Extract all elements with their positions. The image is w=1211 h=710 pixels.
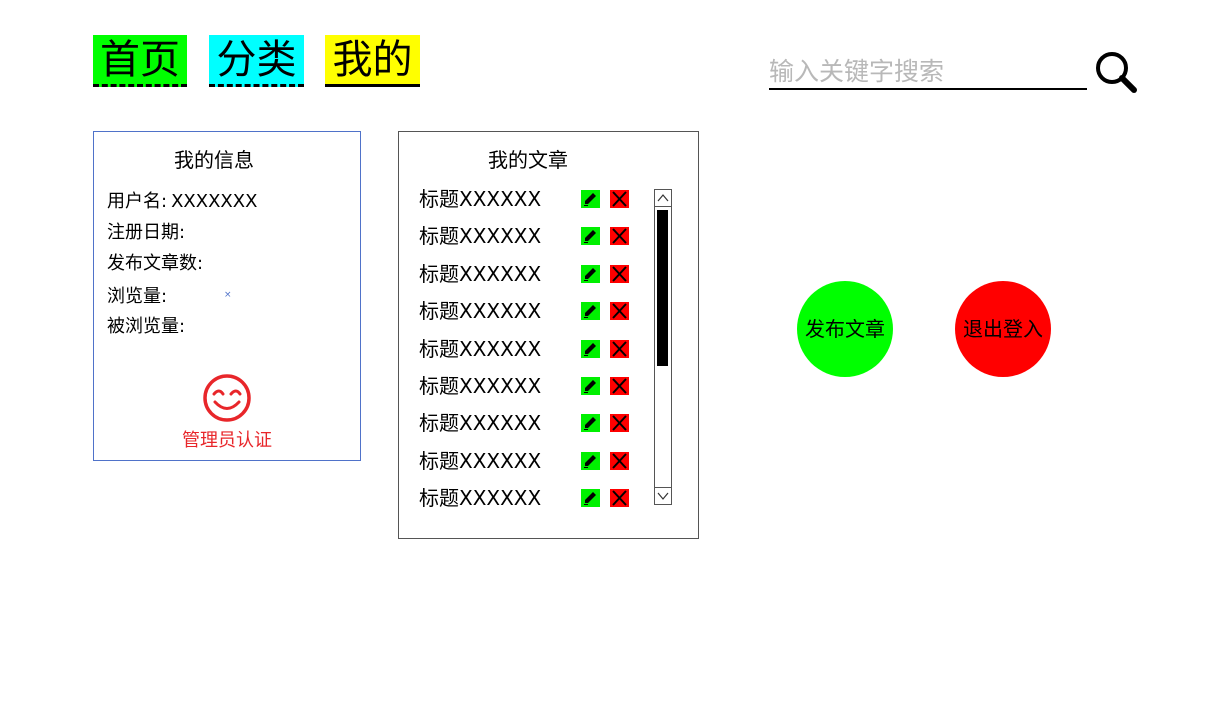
register-date-label: 注册日期: <box>107 222 186 243</box>
scroll-thumb[interactable] <box>657 210 668 366</box>
edit-button[interactable] <box>581 452 600 470</box>
edit-button[interactable] <box>581 302 600 320</box>
tab-home[interactable]: 首页 <box>93 35 187 87</box>
delete-button[interactable] <box>610 489 629 507</box>
article-title[interactable]: 标题XXXXXX <box>419 184 541 214</box>
admin-badge-label: 管理员认证 <box>182 430 272 451</box>
scroll-down-icon[interactable] <box>655 487 671 504</box>
article-title[interactable]: 标题XXXXXX <box>419 371 541 401</box>
pencil-icon <box>584 343 596 356</box>
edit-button[interactable] <box>581 340 600 358</box>
article-title[interactable]: 标题XXXXXX <box>419 408 541 438</box>
edit-button[interactable] <box>581 414 600 432</box>
article-title[interactable]: 标题XXXXXX <box>419 296 541 326</box>
article-title[interactable]: 标题XXXXXX <box>419 483 541 513</box>
article-title[interactable]: 标题XXXXXX <box>419 334 541 364</box>
article-row[interactable]: 标题XXXXXX <box>419 334 639 364</box>
pencil-icon <box>584 380 596 393</box>
delete-button[interactable] <box>610 452 629 470</box>
username-value: XXXXXXX <box>171 191 258 212</box>
tiny-mark: × <box>224 290 232 300</box>
smile-icon <box>203 374 251 422</box>
article-title[interactable]: 标题XXXXXX <box>419 259 541 289</box>
logout-button[interactable]: 退出登入 <box>955 281 1051 377</box>
articles-panel-title: 我的文章 <box>488 148 568 172</box>
article-row[interactable]: 标题XXXXXX <box>419 296 639 326</box>
close-icon <box>612 453 627 469</box>
article-row[interactable]: 标题XXXXXX <box>419 446 639 476</box>
article-count-row: 发布文章数: <box>107 249 207 275</box>
viewed-count-row: 被浏览量: <box>107 312 189 338</box>
my-info-panel: 我的信息 用户名: XXXXXXX 注册日期: 发布文章数: 浏览量: × 被浏览… <box>93 131 361 461</box>
delete-button[interactable] <box>610 302 629 320</box>
edit-button[interactable] <box>581 489 600 507</box>
delete-button[interactable] <box>610 414 629 432</box>
register-date-row: 注册日期: <box>107 218 189 244</box>
article-row[interactable]: 标题XXXXXX <box>419 408 639 438</box>
magnifier-icon[interactable] <box>1094 50 1138 94</box>
article-row[interactable]: 标题XXXXXX <box>419 184 639 214</box>
close-icon <box>612 378 627 394</box>
pencil-icon <box>584 455 596 468</box>
info-panel-title: 我的信息 <box>174 148 254 172</box>
article-scrollbar[interactable] <box>654 189 672 505</box>
close-icon <box>612 228 627 244</box>
close-icon <box>612 191 627 207</box>
close-icon <box>612 341 627 357</box>
tab-category[interactable]: 分类 <box>209 35 304 87</box>
page: 首页 分类 我的 我的信息 用户名:XXXXXXX 注册日期: 发布文章数: 浏… <box>0 0 1211 710</box>
username-label: 用户名: <box>107 191 168 212</box>
pencil-icon <box>584 268 596 281</box>
edit-button[interactable] <box>581 265 600 283</box>
tab-mine[interactable]: 我的 <box>325 35 420 87</box>
scroll-up-icon[interactable] <box>655 190 671 207</box>
delete-button[interactable] <box>610 190 629 208</box>
viewed-count-label: 被浏览量: <box>107 316 186 337</box>
edit-button[interactable] <box>581 377 600 395</box>
delete-button[interactable] <box>610 227 629 245</box>
close-icon <box>612 303 627 319</box>
close-icon <box>612 490 627 506</box>
delete-button[interactable] <box>610 340 629 358</box>
article-title[interactable]: 标题XXXXXX <box>419 221 541 251</box>
edit-button[interactable] <box>581 227 600 245</box>
edit-button[interactable] <box>581 190 600 208</box>
pencil-icon <box>584 417 596 430</box>
article-row[interactable]: 标题XXXXXX <box>419 221 639 251</box>
article-row[interactable]: 标题XXXXXX <box>419 371 639 401</box>
pencil-icon <box>584 492 596 505</box>
article-title[interactable]: 标题XXXXXX <box>419 446 541 476</box>
close-icon <box>612 266 627 282</box>
article-row[interactable]: 标题XXXXXX <box>419 483 639 513</box>
close-icon <box>612 415 627 431</box>
pencil-icon <box>584 305 596 318</box>
publish-article-button[interactable]: 发布文章 <box>797 281 893 377</box>
delete-button[interactable] <box>610 377 629 395</box>
search-input[interactable] <box>769 54 1087 90</box>
pencil-icon <box>584 193 596 206</box>
views-label: 浏览量: <box>107 286 168 307</box>
my-articles-panel: 我的文章 标题XXXXXX 标题XXXXXX 标题XXXXXX 标题XXXXXX 标题X… <box>398 131 699 539</box>
article-row[interactable]: 标题XXXXXX <box>419 259 639 289</box>
username-row: 用户名: XXXXXXX <box>107 187 257 213</box>
pencil-icon <box>584 230 596 243</box>
views-row: 浏览量: <box>107 282 171 308</box>
delete-button[interactable] <box>610 265 629 283</box>
article-count-label: 发布文章数: <box>107 253 204 274</box>
